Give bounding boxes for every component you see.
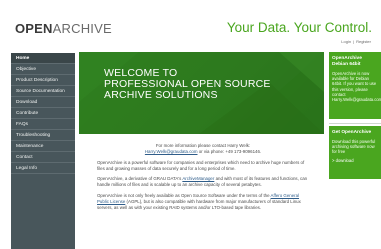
debian-box-text: OpenArchive is now available for Debian … [332, 71, 381, 103]
sidebar-item-maintenance[interactable]: Maintenance [11, 141, 75, 152]
sidebar-item-contribute[interactable]: Contribute [11, 108, 75, 119]
right-column-divider [329, 123, 381, 124]
logo-rest-text: ARCHIVE [52, 21, 112, 36]
right-column: OpenArchive Debian 64bit OpenArchive is … [329, 52, 381, 249]
site-tagline: Your Data. Your Control. [226, 20, 372, 35]
archivemanager-link[interactable]: ArchiveManager [182, 176, 214, 181]
logo-bold-text: OPEN [15, 21, 53, 36]
intro-paragraph: OpenArchive is a powerful software for c… [97, 159, 305, 171]
contact-phone-text: or via phone: +49 173-9096146. [198, 149, 262, 155]
contact-line: Harry.Welk@graudata.com or via phone: +4… [97, 149, 309, 155]
license-text-a: OpenArchive is not only freely available… [97, 192, 270, 198]
sidebar-item-objective[interactable]: Objective [11, 64, 75, 75]
contact-email-link[interactable]: Harry.Welk@graudata.com [145, 149, 198, 154]
license-paragraph: OpenArchive is not only freely available… [97, 193, 309, 212]
download-link[interactable]: > download [332, 158, 378, 163]
get-openarchive-box: Get OpenArchive Download this powerful a… [329, 126, 381, 179]
derivative-text-a: OpenArchive, a derivative of GRAU DATA's [97, 176, 182, 182]
license-text-b: (AGPL), but is also compatible with hard… [97, 199, 301, 211]
hero-heading: WELCOME TO PROFESSIONAL OPEN SOURCE ARCH… [104, 68, 271, 101]
sidebar-item-home[interactable]: Home [11, 53, 75, 64]
sidebar-item-contact[interactable]: Contact [11, 152, 75, 163]
sidebar-item-faqs[interactable]: FAQs [11, 119, 75, 130]
login-link[interactable]: Login [341, 39, 351, 44]
derivative-paragraph: OpenArchive, a derivative of GRAU DATA's… [97, 176, 309, 189]
sidebar-item-troubleshooting[interactable]: Troubleshooting [11, 130, 75, 141]
get-box-text: Download this powerful archiving softwar… [332, 139, 376, 155]
main-content: For more information please contact Harr… [97, 143, 309, 216]
hero-line-3: ARCHIVE SOLUTIONS [104, 89, 218, 101]
sidebar-item-product-description[interactable]: Product Description [11, 75, 75, 86]
contact-info: For more information please contact Harr… [97, 143, 309, 156]
site-logo[interactable]: OPENARCHIVE [15, 21, 112, 36]
debian-info-box: OpenArchive Debian 64bit OpenArchive is … [329, 52, 381, 119]
get-box-title: Get OpenArchive [332, 130, 372, 135]
sidebar-item-download[interactable]: Download [11, 97, 75, 108]
page: OPENARCHIVE Your Data. Your Control. Log… [11, 0, 381, 249]
sidebar-item-legal-info[interactable]: Legal Info [11, 163, 75, 174]
header-links: Login | Register [341, 39, 371, 44]
debian-box-title: OpenArchive Debian 64bit [332, 56, 362, 67]
register-link[interactable]: Register [356, 39, 371, 44]
hero-banner: WELCOME TO PROFESSIONAL OPEN SOURCE ARCH… [79, 52, 324, 134]
sidebar-nav: Home Objective Product Description Sourc… [11, 53, 75, 249]
sidebar-item-source-documentation[interactable]: Source Documentation [11, 86, 75, 97]
